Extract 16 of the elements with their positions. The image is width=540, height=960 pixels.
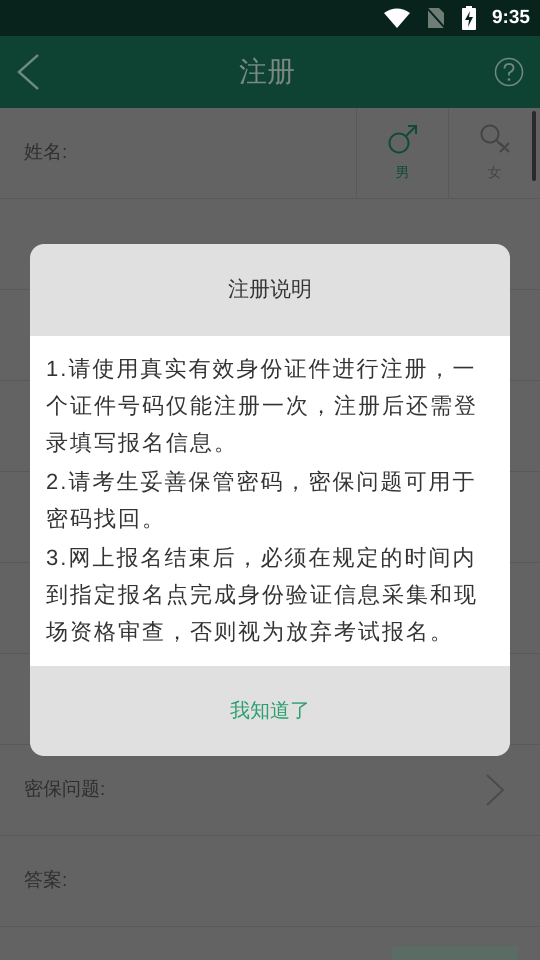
back-icon[interactable]: [16, 54, 40, 90]
dialog-paragraph: 3.网上报名结束后，必须在规定的时间内到指定报名点完成身份验证信息采集和现场资格审查，否则视为放弃考试报名。: [46, 544, 479, 646]
scrollbar: [532, 111, 536, 181]
chevron-icon: [486, 774, 504, 806]
gender-option[interactable]: 男: [356, 108, 448, 198]
wifi-icon: [384, 8, 410, 28]
dialog-paragraph: 2.请考生妥善保管密码，密保问题可用于密码找回。: [46, 468, 478, 533]
page-title: 注册: [239, 55, 295, 89]
no-sim-icon: [426, 7, 446, 29]
dialog-title: 注册说明: [227, 277, 313, 304]
status-time: 9:35: [492, 6, 530, 30]
help-icon[interactable]: [494, 57, 524, 87]
dialog-paragraph: 1.请使用真实有效身份证件进行注册，一个证件号码仅能注册一次，注册后还需登录填写报名信息。: [46, 355, 479, 457]
female-symbol-icon: [480, 124, 510, 154]
male-symbol-icon: [388, 124, 418, 154]
battery-charging-icon: [462, 6, 476, 30]
